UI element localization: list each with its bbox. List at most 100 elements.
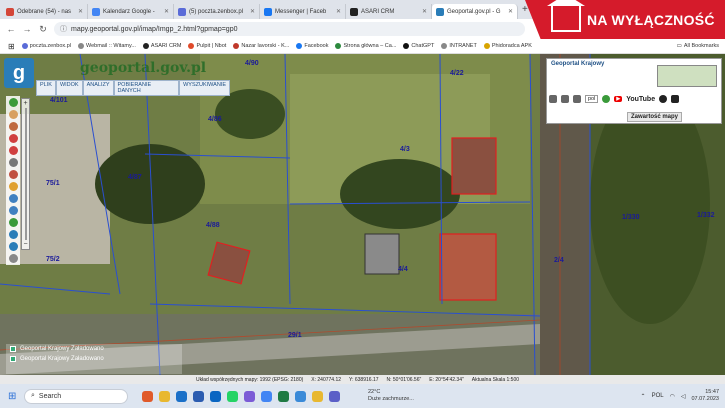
pan-icon[interactable] [8, 110, 18, 119]
site-info-icon[interactable]: ⓘ [60, 24, 67, 34]
bookmark-item[interactable]: Pulpit | Nbot [188, 43, 226, 49]
measure-icon[interactable] [8, 134, 18, 143]
menu-pobieranie-danych[interactable]: POBIERANIE DANYCH [113, 80, 180, 96]
linkedin-icon[interactable] [210, 390, 221, 402]
close-tab-icon[interactable]: ✕ [336, 8, 341, 15]
bookmark-item[interactable]: poczta.zenbox.pl [21, 43, 71, 49]
zoom-out-tool-icon[interactable] [8, 206, 18, 215]
clock[interactable]: 15:47 07.07.2023 [691, 389, 719, 403]
print-icon[interactable] [8, 158, 18, 167]
taskbar-search[interactable]: ⌕ Search [24, 388, 128, 404]
bookmark-item[interactable]: INTRANET [441, 43, 477, 49]
outlook-icon[interactable] [176, 390, 187, 402]
home-icon[interactable] [549, 95, 557, 103]
tab-geoportal[interactable]: Geoportal.gov.pl - G ✕ [432, 4, 518, 19]
print-icon[interactable] [561, 95, 569, 103]
bookmark-item[interactable]: Strona główna – Ca... [335, 43, 396, 49]
settings-icon[interactable] [8, 254, 18, 263]
url-field[interactable]: ⓘ mapy.geoportal.gov.pl/imap/Imgp_2.html… [54, 22, 525, 36]
edit-icon[interactable] [8, 182, 18, 191]
parcel-label: 4/4 [398, 266, 408, 273]
asari-icon [350, 7, 358, 16]
menu-widok[interactable]: WIDOK [55, 80, 83, 96]
layer-checkbox[interactable] [10, 346, 16, 352]
folder-icon: ▭ [676, 43, 682, 49]
new-tab-button[interactable]: + [522, 4, 528, 15]
bookmark-item[interactable]: Webmail :: Witamy... [77, 43, 136, 49]
file-explorer-icon[interactable] [159, 390, 170, 402]
bookmark-item[interactable]: Facebook [296, 43, 328, 49]
address-bar-row: ← → ↻ ⓘ mapy.geoportal.gov.pl/imap/Imgp_… [0, 19, 525, 39]
bookmark-item[interactable]: ASARI CRM [142, 43, 181, 49]
bookmark-icon [21, 43, 28, 49]
accessibility-icon[interactable] [659, 95, 668, 103]
back-arrow-icon[interactable] [8, 230, 18, 239]
help-icon[interactable] [602, 95, 611, 103]
menu-wyszukiwanie[interactable]: WYSZUKIWANIE [179, 80, 230, 96]
layer-checkbox[interactable] [10, 356, 16, 362]
chrome-icon[interactable] [261, 390, 272, 402]
tab-calendar[interactable]: Kalendarz Google - ✕ [88, 4, 174, 19]
zoom-in-icon[interactable]: + [23, 99, 27, 108]
windows-start-icon[interactable]: ⊞ [8, 391, 16, 402]
excel-icon[interactable] [278, 390, 289, 402]
zoom-slider[interactable]: + − [21, 98, 30, 250]
volume-icon[interactable]: ◁ [681, 393, 686, 400]
close-tab-icon[interactable]: ✕ [422, 8, 427, 15]
tab-asari[interactable]: ASARI CRM ✕ [346, 4, 432, 19]
close-tab-icon[interactable]: ✕ [508, 8, 513, 15]
zoom-in-tool-icon[interactable] [8, 194, 18, 203]
layer-row[interactable]: Geoportal Krajowy Załadowano [6, 354, 182, 364]
language-indicator[interactable]: POL [652, 393, 664, 399]
youtube-label[interactable]: YouTube [626, 96, 655, 103]
map-content-button[interactable]: Zawartość mapy [627, 112, 683, 122]
tab-gmail[interactable]: Odebrane (54) - nas ✕ [2, 4, 88, 19]
bookmark-item[interactable]: Nazar lavorski - K... [233, 43, 289, 49]
reload-icon[interactable]: ↻ [38, 24, 48, 35]
tab-messenger[interactable]: Messenger | Faceb ✕ [260, 4, 346, 19]
bookmark-item[interactable]: ChatGPT [403, 43, 434, 49]
mail-icon[interactable] [573, 95, 581, 103]
folder-icon[interactable] [312, 390, 323, 402]
parcel-label: 4/86 [208, 116, 222, 123]
geoportal-logo[interactable]: g [4, 58, 34, 88]
info-icon[interactable] [8, 98, 18, 107]
task-view-icon[interactable] [142, 390, 153, 402]
zoom-track[interactable] [24, 108, 27, 240]
bookmark-icon [188, 43, 195, 49]
select-icon[interactable] [8, 122, 18, 131]
forward-arrow-icon[interactable] [8, 242, 18, 251]
zoom-out-icon[interactable]: − [23, 240, 27, 249]
forward-icon[interactable]: → [22, 24, 32, 34]
overview-minimap[interactable] [657, 65, 717, 87]
area-icon[interactable] [8, 146, 18, 155]
whatsapp-icon[interactable] [227, 390, 238, 402]
photos-icon[interactable] [295, 390, 306, 402]
viber-icon[interactable] [244, 390, 255, 402]
back-icon[interactable]: ← [6, 24, 16, 34]
menu-analizy[interactable]: ANALIZY [82, 80, 114, 96]
youtube-icon[interactable]: ▶ [614, 96, 623, 102]
system-tray: ⌃ POL ◠ ◁ 15:47 07.07.2023 [641, 389, 725, 403]
menu-plik[interactable]: PLIK [36, 80, 56, 96]
bookmark-icon [77, 43, 84, 49]
weather-widget[interactable]: 22°C Duże zachmurze... [368, 389, 414, 403]
geoportal-header: g geoportal.gov.pl PLIK WIDOK ANALIZY PO… [0, 54, 230, 96]
draw-icon[interactable] [8, 170, 18, 179]
all-bookmarks[interactable]: ▭ All Bookmarks [677, 43, 719, 49]
close-tab-icon[interactable]: ✕ [78, 8, 83, 15]
close-tab-icon[interactable]: ✕ [164, 8, 169, 15]
globe-icon[interactable] [8, 218, 18, 227]
close-tab-icon[interactable]: ✕ [250, 8, 255, 15]
eye-icon[interactable] [671, 95, 680, 103]
tab-zenbox[interactable]: (5) poczta.zenbox.pl ✕ [174, 4, 260, 19]
bookmark-item[interactable]: Phidoradca APK [483, 43, 532, 49]
teams-icon[interactable] [329, 390, 340, 402]
word-icon[interactable] [193, 390, 204, 402]
chevron-up-icon[interactable]: ⌃ [641, 393, 646, 400]
wifi-icon[interactable]: ◠ [670, 393, 675, 400]
map-viewport[interactable]: 4/90 4/101 4/86 4/22 4/3 75/1 4/87 4/88 … [0, 54, 725, 375]
language-select[interactable]: pol [585, 95, 599, 103]
apps-icon[interactable]: ⊞ [8, 42, 15, 51]
layer-row[interactable]: Geoportal Krajowy Załadowano [6, 344, 182, 354]
